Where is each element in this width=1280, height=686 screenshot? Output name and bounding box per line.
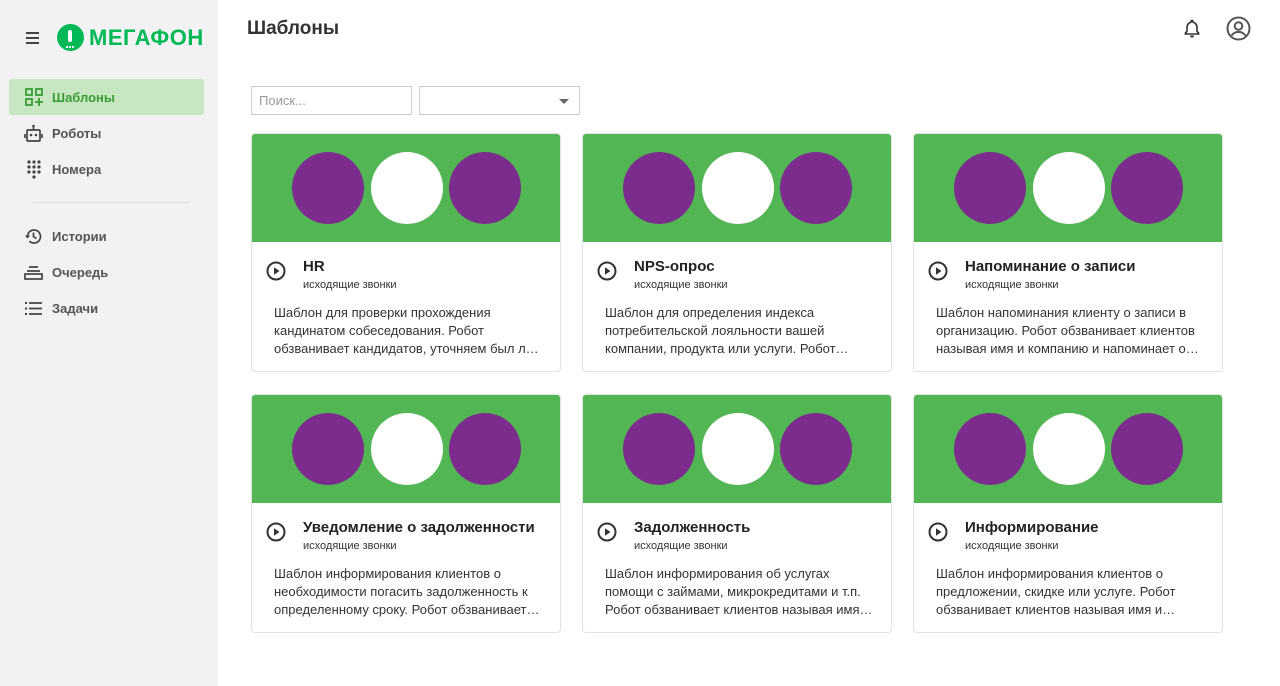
template-card[interactable]: HR исходящие звонки Шаблон для проверки пр… bbox=[251, 133, 561, 372]
play-icon[interactable] bbox=[597, 522, 617, 542]
template-card-subtitle: исходящие звонки bbox=[303, 279, 397, 291]
dropdown-caret-icon bbox=[559, 99, 569, 104]
template-card-description: Шаблон для определения индекса потребите… bbox=[605, 305, 836, 356]
template-card-title: NPS-опрос bbox=[634, 258, 715, 275]
template-card-banner bbox=[583, 134, 891, 242]
list-icon bbox=[24, 299, 43, 318]
template-card-title: Напоминание о записи bbox=[965, 258, 1136, 275]
template-card-banner bbox=[914, 134, 1222, 242]
robot-icon bbox=[24, 124, 43, 143]
template-card-description: Шаблон информирования об услугах помощи … bbox=[605, 566, 871, 617]
filter-select[interactable] bbox=[419, 86, 580, 115]
sidebar-item-label: Задачи bbox=[52, 300, 99, 316]
banner-circle-purple bbox=[449, 152, 521, 224]
sidebar-item-label: Шаблоны bbox=[52, 89, 115, 105]
play-icon[interactable] bbox=[266, 522, 286, 542]
banner-circle-white bbox=[1033, 152, 1105, 224]
sidebar-item-label: Очередь bbox=[52, 264, 109, 280]
banner-circle-purple bbox=[1111, 152, 1183, 224]
sidebar-nav: Шаблоны Роботы Номера Истории Очередь За… bbox=[9, 79, 204, 326]
play-icon[interactable] bbox=[928, 261, 948, 281]
banner-circle-purple bbox=[292, 152, 364, 224]
sidebar-divider bbox=[33, 202, 189, 203]
sidebar-item-tasks[interactable]: Задачи bbox=[9, 290, 204, 326]
template-card[interactable]: Уведомление о задолженности исходящие зво… bbox=[251, 394, 561, 633]
queue-icon bbox=[24, 263, 43, 282]
history-icon bbox=[24, 227, 43, 246]
banner-circle-white bbox=[702, 152, 774, 224]
sidebar-item-label: Номера bbox=[52, 161, 102, 177]
sidebar-item-robots[interactable]: Роботы bbox=[9, 115, 204, 151]
page-title: Шаблоны bbox=[247, 18, 340, 39]
sidebar-item-label: Истории bbox=[52, 228, 107, 244]
banner-circle-white bbox=[371, 152, 443, 224]
sidebar: МегаФон Шаблоны Роботы Номера Истор bbox=[0, 0, 218, 686]
banner-circle-purple bbox=[449, 413, 521, 485]
template-card[interactable]: NPS-опрос исходящие звонки Шаблон для опре… bbox=[582, 133, 892, 372]
banner-circle-white bbox=[1033, 413, 1105, 485]
banner-circle-purple bbox=[292, 413, 364, 485]
account-avatar-icon[interactable] bbox=[1226, 16, 1251, 41]
template-card-subtitle: исходящие звонки bbox=[634, 279, 728, 291]
dialpad-icon bbox=[24, 159, 43, 179]
template-card-title: Информирование bbox=[965, 519, 1099, 536]
templates-grid-icon bbox=[24, 88, 43, 107]
banner-circle-purple bbox=[954, 413, 1026, 485]
megafon-logo[interactable]: МегаФон bbox=[57, 24, 204, 51]
play-icon[interactable] bbox=[928, 522, 948, 542]
template-card-banner bbox=[914, 395, 1222, 503]
template-card-description: Шаблон напоминания клиенту о записи в ор… bbox=[936, 305, 1195, 356]
template-card-banner bbox=[583, 395, 891, 503]
template-card-description: Шаблон информирования клиентов о необход… bbox=[274, 566, 528, 617]
template-card-subtitle: исходящие звонки bbox=[303, 540, 397, 552]
sidebar-item-queue[interactable]: Очередь bbox=[9, 254, 204, 290]
banner-circle-white bbox=[702, 413, 774, 485]
template-card-subtitle: исходящие звонки bbox=[965, 540, 1059, 552]
banner-circle-purple bbox=[954, 152, 1026, 224]
template-card-banner bbox=[252, 134, 560, 242]
banner-circle-purple bbox=[780, 152, 852, 224]
notifications-bell-icon[interactable] bbox=[1182, 18, 1202, 38]
template-card[interactable]: Информирование исходящие звонки Шаблон инф… bbox=[913, 394, 1223, 633]
banner-circle-purple bbox=[780, 413, 852, 485]
search-input[interactable] bbox=[251, 86, 412, 115]
sidebar-item-label: Роботы bbox=[52, 125, 102, 141]
banner-circle-purple bbox=[1111, 413, 1183, 485]
sidebar-item-history[interactable]: Истории bbox=[9, 218, 204, 254]
template-card-description: Шаблон для проверки прохождения кандинат… bbox=[274, 305, 533, 356]
megafon-logo-mark-icon bbox=[57, 24, 84, 51]
hamburger-menu-icon[interactable] bbox=[26, 29, 44, 47]
template-card[interactable]: Задолженность исходящие звонки Шаблон инфо… bbox=[582, 394, 892, 633]
template-card-title: Задолженность bbox=[634, 519, 751, 536]
sidebar-item-templates[interactable]: Шаблоны bbox=[9, 79, 204, 115]
template-card-subtitle: исходящие звонки bbox=[634, 540, 728, 552]
template-card-banner bbox=[252, 395, 560, 503]
play-icon[interactable] bbox=[597, 261, 617, 281]
template-card-description: Шаблон информирования клиентов о предлож… bbox=[936, 566, 1176, 617]
banner-circle-white bbox=[371, 413, 443, 485]
banner-circle-purple bbox=[623, 413, 695, 485]
template-card-subtitle: исходящие звонки bbox=[965, 279, 1059, 291]
template-card[interactable]: Напоминание о записи исходящие звонки Шабл… bbox=[913, 133, 1223, 372]
megafon-logo-text: МегаФон bbox=[89, 24, 204, 50]
template-card-title: HR bbox=[303, 258, 325, 275]
banner-circle-purple bbox=[623, 152, 695, 224]
sidebar-item-numbers[interactable]: Номера bbox=[9, 151, 204, 187]
template-card-title: Уведомление о задолженности bbox=[303, 519, 535, 536]
play-icon[interactable] bbox=[266, 261, 286, 281]
